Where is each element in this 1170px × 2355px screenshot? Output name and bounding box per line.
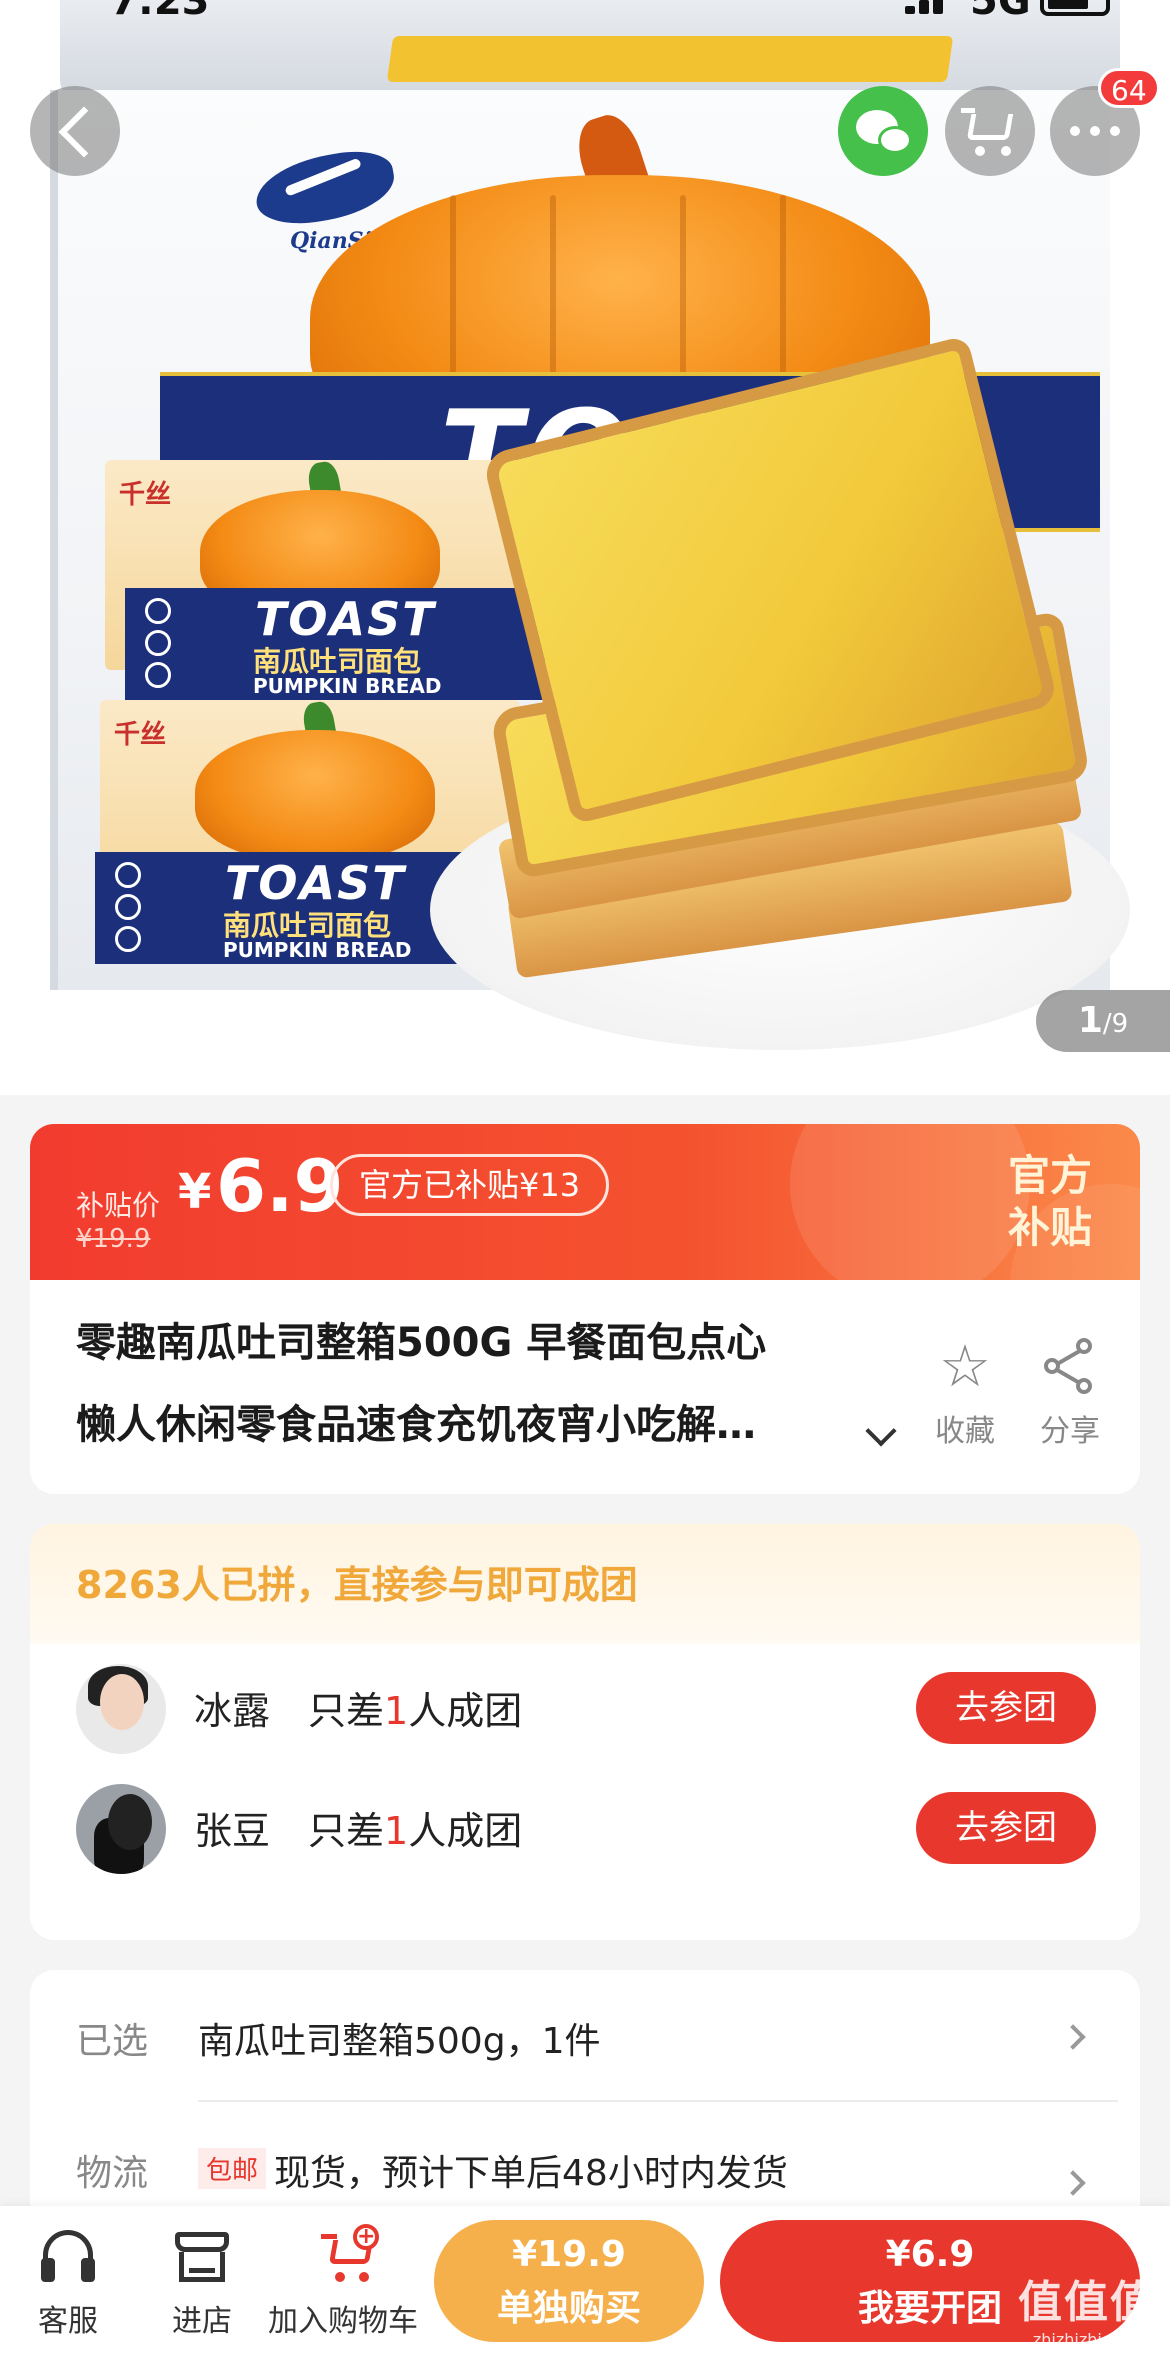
official-subsidy-badge: 官方 补贴 [990, 1150, 1110, 1254]
share-label: 分享 [1040, 1414, 1100, 1449]
group-leader-name: 张豆 [194, 1809, 271, 1853]
signal-icon [905, 0, 955, 14]
store-icon [169, 2224, 235, 2290]
star-icon: ☆ [939, 1332, 991, 1400]
watermark-url: zhizhizhi.com [1032, 2330, 1142, 2349]
selected-spec-value: 南瓜吐司整箱500g，1件 [198, 2021, 601, 2062]
cart-button[interactable] [945, 86, 1035, 176]
buy-alone-button[interactable]: ¥19.9 单独购买 [434, 2220, 704, 2342]
join-group-button[interactable]: 去参团 [916, 1792, 1096, 1864]
chevron-right-icon [1060, 2024, 1086, 2050]
group-need-text: 只差1人成团 [308, 1809, 523, 1853]
wechat-share-button[interactable] [838, 86, 928, 176]
image-page-indicator: 1/9 [1036, 990, 1170, 1052]
original-price: ¥19.9 [76, 1224, 151, 1254]
add-cart-icon: + [317, 2224, 383, 2290]
chevron-right-icon [1060, 2170, 1086, 2196]
share-icon [1040, 1336, 1100, 1396]
avatar [76, 1784, 166, 1874]
favorite-label: 收藏 [935, 1414, 995, 1449]
share-button[interactable]: 分享 [1025, 1336, 1115, 1450]
product-image-carousel[interactable]: QianSi TOAST 千丝 TOAST 南瓜吐司面包 PUMPKIN BRE… [0, 0, 1170, 1095]
join-group-button[interactable]: 去参团 [916, 1672, 1096, 1744]
image-separator: / [1102, 1009, 1112, 1039]
product-title-line1: 零趣南瓜吐司整箱500G 早餐面包点心 [76, 1320, 767, 1366]
group-buy-card: 8263人已拼，直接参与即可成团 冰露 只差1人成团 去参团 张豆 只差1人成团… [30, 1524, 1140, 1940]
price-banner: 补贴价 ¥ 6.9 ¥19.9 官方已补贴¥13 官方 补贴 [30, 1124, 1140, 1280]
customer-service-button[interactable]: 客服 [8, 2224, 128, 2340]
pack-name-en: PUMPKIN BREAD [253, 674, 442, 698]
shipping-key: 物流 [76, 2153, 149, 2194]
buy-alone-price: ¥19.9 [512, 2234, 626, 2275]
site-watermark: 值值值 zhizhizhi.com [1012, 2266, 1162, 2349]
subsidy-price-label: 补贴价 [76, 1189, 161, 1222]
group-need-text: 只差1人成团 [308, 1689, 523, 1733]
store-button[interactable]: 进店 [142, 2224, 262, 2340]
network-type: 5G [970, 0, 1031, 24]
subsidy-amount-tag: 官方已补贴¥13 [330, 1154, 610, 1216]
image-index: 1 [1077, 1000, 1103, 1041]
pack-name-en: PUMPKIN BREAD [223, 938, 412, 962]
store-label: 进店 [172, 2304, 232, 2339]
group-buy-count-text: 8263人已拼，直接参与即可成团 [76, 1563, 638, 1607]
group-leader-name: 冰露 [194, 1689, 271, 1733]
status-bar: 7:23 5G [0, 0, 1170, 24]
add-to-cart-button[interactable]: + 加入购物车 [268, 2224, 418, 2340]
back-button[interactable] [30, 86, 120, 176]
group-row: 张豆 只差1人成团 去参团 [30, 1768, 1140, 1888]
free-shipping-tag: 包邮 [198, 2148, 267, 2189]
status-time: 7:23 [110, 0, 210, 24]
selected-spec-row[interactable]: 已选 南瓜吐司整箱500g，1件 [30, 1970, 1140, 2102]
official-subsidy-line2: 补贴 [1007, 1203, 1092, 1252]
product-title[interactable]: 零趣南瓜吐司整箱500G 早餐面包点心 懒人休闲零食品速食充饥夜宵小吃解… [76, 1302, 896, 1466]
current-price: 6.9 [216, 1144, 344, 1228]
pack-band-1: TOAST 南瓜吐司面包 PUMPKIN BREAD [125, 588, 545, 700]
avatar [76, 1664, 166, 1754]
headset-icon [35, 2224, 101, 2290]
pack-title: TOAST [255, 592, 436, 646]
official-subsidy-line1: 官方 [1007, 1151, 1092, 1200]
shipping-value: 包邮 现货，预计下单后48小时内发货 [198, 2144, 788, 2196]
battery-icon [1040, 0, 1110, 16]
pack-title: TOAST [225, 856, 406, 910]
group-row: 冰露 只差1人成团 去参团 [30, 1648, 1140, 1768]
watermark-logo-text: 值值值 [1018, 2277, 1156, 2328]
product-title-card: 零趣南瓜吐司整箱500G 早餐面包点心 懒人休闲零食品速食充饥夜宵小吃解… ☆ … [30, 1280, 1140, 1494]
bottom-action-bar: 客服 进店 + 加入购物车 ¥19.9 单独购买 ¥6.9 我要开团 [0, 2206, 1170, 2355]
buy-alone-label: 单独购买 [496, 2288, 641, 2329]
currency-symbol: ¥ [178, 1164, 212, 1220]
selected-spec-key: 已选 [76, 2021, 149, 2062]
product-title-line2: 懒人休闲零食品速食充饥夜宵小吃解… [76, 1402, 756, 1448]
group-buy-header: 8263人已拼，直接参与即可成团 [30, 1524, 1140, 1644]
add-to-cart-label: 加入购物车 [268, 2304, 418, 2339]
image-total: 9 [1111, 1009, 1129, 1039]
product-detail-page: QianSi TOAST 千丝 TOAST 南瓜吐司面包 PUMPKIN BRE… [0, 0, 1170, 2355]
favorite-button[interactable]: ☆ 收藏 [920, 1336, 1010, 1450]
customer-service-label: 客服 [38, 2304, 98, 2339]
notification-badge: 64 [1098, 68, 1160, 108]
